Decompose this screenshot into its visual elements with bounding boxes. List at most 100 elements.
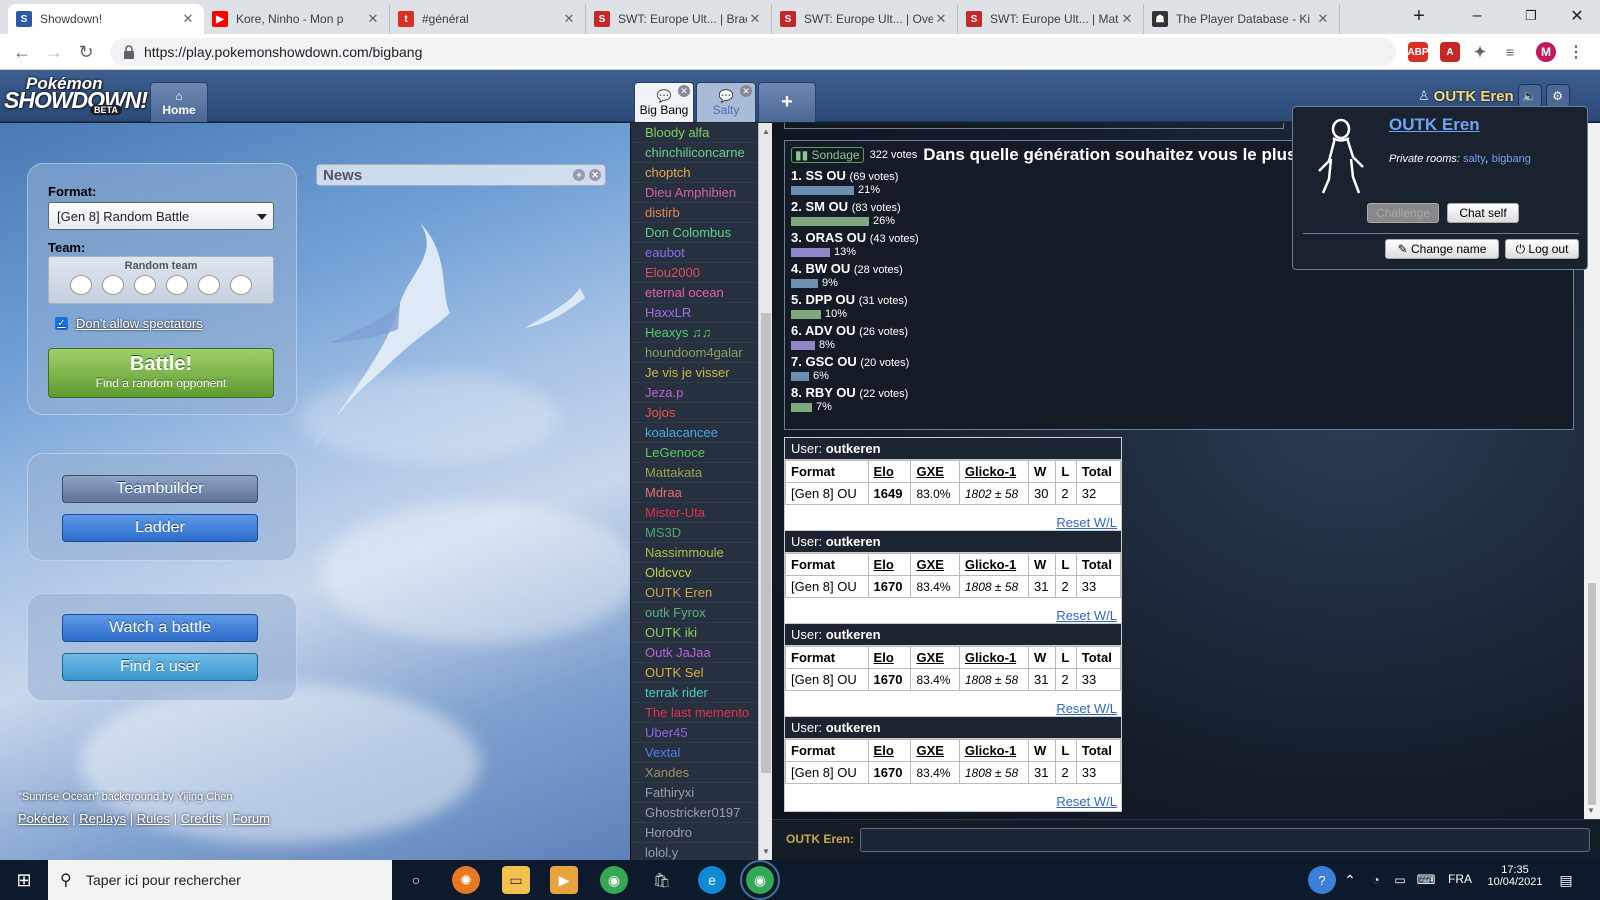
media-icon[interactable]: ≡ [1500,42,1520,62]
close-tab-icon[interactable]: ✕ [1119,11,1135,27]
windows-start-icon[interactable]: ⊞ [10,866,38,894]
new-room-button[interactable]: + [758,82,816,122]
link-forum[interactable]: Forum [232,811,270,826]
scroll-thumb[interactable] [761,313,771,773]
user-list-item[interactable]: Oldcvcv [631,563,758,583]
user-list-item[interactable]: Je vis je visser [631,363,758,383]
format-select[interactable]: [Gen 8] Random Battle [48,202,274,230]
tab-room-bigbang[interactable]: 💬 Big Bang ✕ [634,82,694,122]
new-tab-button[interactable]: + [1396,0,1442,32]
keyboard-icon[interactable]: ⌨ [1412,866,1440,894]
user-list-item[interactable]: Jojos [631,403,758,423]
challenge-button[interactable]: Challenge [1367,203,1439,223]
watch-battle-button[interactable]: Watch a battle [62,614,258,642]
user-list-item[interactable]: Outk JaJaa [631,643,758,663]
link-rules[interactable]: Rules [137,811,170,826]
user-list-item[interactable]: eternal ocean [631,283,758,303]
back-icon[interactable]: ← [10,40,34,64]
user-list-item[interactable]: MS3D [631,523,758,543]
sound-icon[interactable]: 🔈 [1517,84,1542,108]
app-icon[interactable]: ✺ [452,866,480,894]
reset-wl-link[interactable]: Reset W/L [1056,608,1117,623]
chat-input[interactable] [860,828,1590,852]
user-list-item[interactable]: OUTK Eren [631,583,758,603]
link-pokedex[interactable]: Pokédex [18,811,69,826]
user-list-item[interactable]: Don Colombus [631,223,758,243]
user-list-item[interactable]: OUTK iki [631,623,758,643]
link-replays[interactable]: Replays [79,811,126,826]
reset-wl-link[interactable]: Reset W/L [1056,701,1117,716]
task-view-icon[interactable]: ○ [402,866,430,894]
find-user-button[interactable]: Find a user [62,653,258,681]
scroll-down-icon[interactable]: ▼ [1587,806,1595,815]
user-list-item[interactable]: Horodro [631,823,758,843]
tab-home[interactable]: ⌂ Home [150,82,208,122]
language-indicator[interactable]: FRA [1448,872,1472,886]
notifications-icon[interactable]: ▤ [1552,866,1580,894]
popup-username[interactable]: OUTK Eren [1389,115,1480,135]
user-list-item[interactable]: Heaxys ♫♫ [631,323,758,343]
browser-tab[interactable]: S Showdown! ✕ [8,4,204,34]
minimize-icon[interactable]: – [1454,0,1500,32]
ladder-button[interactable]: Ladder [62,514,258,542]
menu-icon[interactable]: ⋮ [1566,42,1586,62]
close-tab-icon[interactable]: ✕ [561,11,577,27]
user-list-item[interactable]: distirb [631,203,758,223]
scroll-up-icon[interactable]: ▲ [762,127,770,136]
user-list-item[interactable]: Mattakata [631,463,758,483]
close-icon[interactable]: ✕ [589,169,601,181]
user-list-item[interactable]: lolol.y [631,843,758,860]
gear-icon[interactable]: ⚙ [1545,84,1570,108]
extensions-icon[interactable]: ✦ [1470,42,1490,62]
room-link-bigbang[interactable]: bigbang [1492,153,1531,165]
chrome-active-icon[interactable]: ◉ [740,860,780,900]
address-bar[interactable]: https://play.pokemonshowdown.com/bigbang [110,38,1396,66]
edge-icon[interactable]: e [698,866,726,894]
user-list-item[interactable]: Mdraa [631,483,758,503]
change-name-button[interactable]: ✎ Change name [1385,239,1499,259]
link-credits[interactable]: Credits [181,811,222,826]
user-list-item[interactable]: choptch [631,163,758,183]
close-room-icon[interactable]: ✕ [678,85,690,97]
pdf-icon[interactable]: A [1440,42,1460,62]
user-list-item[interactable]: Uber45 [631,723,758,743]
clock[interactable]: 17:35 10/04/2021 [1486,864,1544,888]
battery-icon[interactable]: ▭ [1386,866,1414,894]
user-list-item[interactable]: eaubot [631,243,758,263]
close-tab-icon[interactable]: ✕ [365,11,381,27]
user-list-item[interactable]: Ghostricker0197 [631,803,758,823]
user-list-item[interactable]: Jeza.p [631,383,758,403]
user-list-item[interactable]: chinchiliconcarne [631,143,758,163]
showdown-logo[interactable]: Pokémon SHOWDOWN! BETA [4,74,148,116]
reset-wl-link[interactable]: Reset W/L [1056,515,1117,530]
close-window-icon[interactable]: ✕ [1554,0,1600,32]
user-list-item[interactable]: Mister-Uta [631,503,758,523]
user-list-item[interactable]: Dieu Amphibien [631,183,758,203]
user-list-item[interactable]: Vextal [631,743,758,763]
file-explorer-icon[interactable]: ▭ [502,866,530,894]
browser-tab[interactable]: ☗ The Player Database - Ki ✕ [1144,4,1340,34]
user-list-item[interactable]: koalacancee [631,423,758,443]
taskbar-search[interactable]: ⚲ Taper ici pour rechercher [48,860,392,900]
help-icon[interactable]: ? [1308,866,1336,894]
user-list-item[interactable]: terrak rider [631,683,758,703]
chrome-icon[interactable]: ◉ [600,866,628,894]
battle-button[interactable]: Battle! Find a random opponent [48,348,274,398]
close-tab-icon[interactable]: ✕ [933,11,949,27]
user-list-item[interactable]: HaxxLR [631,303,758,323]
adblock-icon[interactable]: ABP [1407,42,1429,62]
close-tab-icon[interactable]: ✕ [180,11,196,27]
close-tab-icon[interactable]: ✕ [747,11,763,27]
user-list-item[interactable]: Bloody alfa [631,123,758,143]
store-icon[interactable]: 🛍 [648,866,676,894]
user-list-item[interactable]: houndoom4galar [631,343,758,363]
chevron-up-icon[interactable]: ⌃ [1336,866,1364,894]
profile-avatar[interactable]: M [1536,42,1556,62]
user-list-item[interactable]: Xandes [631,763,758,783]
close-tab-icon[interactable]: ✕ [1315,11,1331,27]
browser-tab[interactable]: t #général ✕ [390,4,586,34]
expand-icon[interactable]: + [573,169,585,181]
log-out-button[interactable]: ⏻ Log out [1505,239,1579,259]
user-list-item[interactable]: OUTK Sel [631,663,758,683]
browser-tab[interactable]: ▶ Kore, Ninho - Mon p ✕ [204,4,390,34]
